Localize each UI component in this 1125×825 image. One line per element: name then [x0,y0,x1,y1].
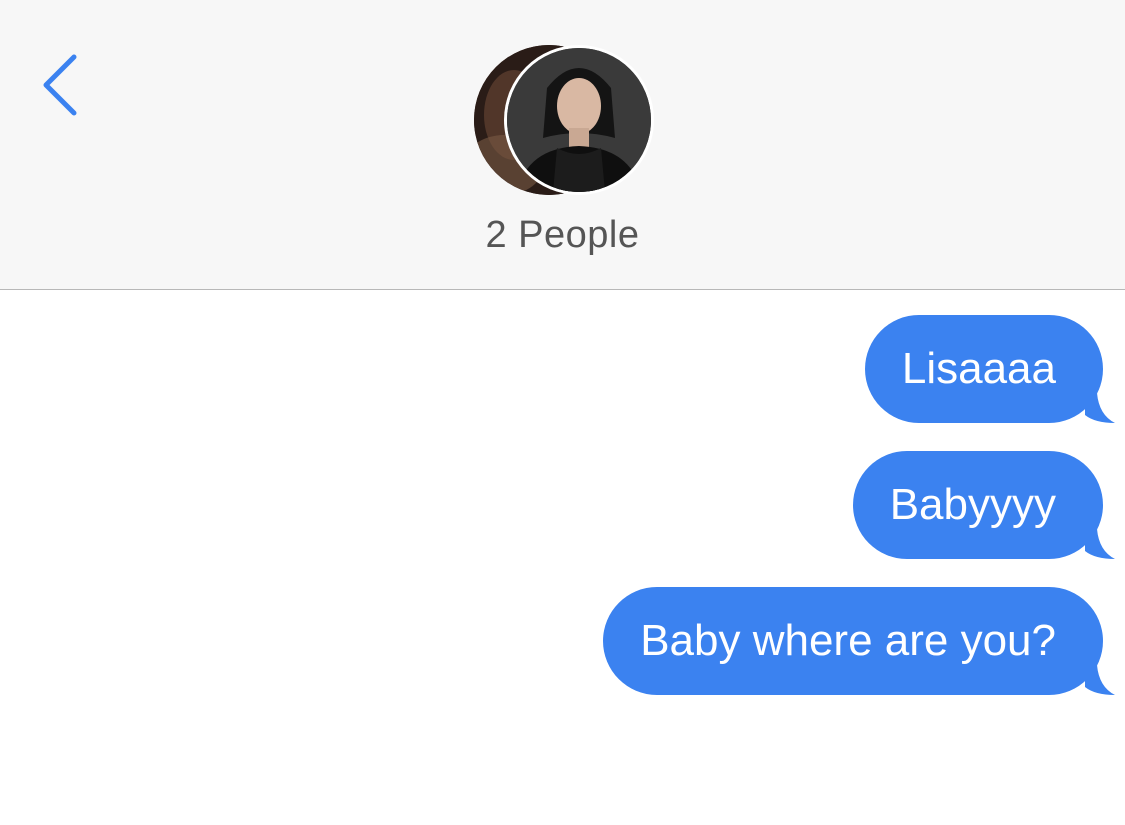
conversation-header: 2 People [0,0,1125,290]
chevron-left-icon [43,54,77,116]
group-avatar[interactable] [474,45,654,195]
avatar-photo [507,48,651,192]
message-text: Baby where are you? [640,616,1056,665]
message-row: Lisaaaa [864,315,1115,423]
message-row: Babyyyy [852,451,1115,559]
message-bubble[interactable]: Babyyyy [852,451,1115,559]
back-button[interactable] [30,45,90,125]
message-text: Babyyyy [889,480,1056,529]
bubble-tail [1085,393,1115,423]
message-text: Lisaaaa [901,344,1056,393]
bubble-tail [1085,665,1115,695]
message-bubble[interactable]: Lisaaaa [864,315,1115,423]
conversation-title[interactable]: 2 People [0,214,1125,257]
message-row: Baby where are you? [603,587,1115,695]
bubble-tail [1085,529,1115,559]
avatar [504,45,654,195]
message-bubble[interactable]: Baby where are you? [603,587,1115,695]
